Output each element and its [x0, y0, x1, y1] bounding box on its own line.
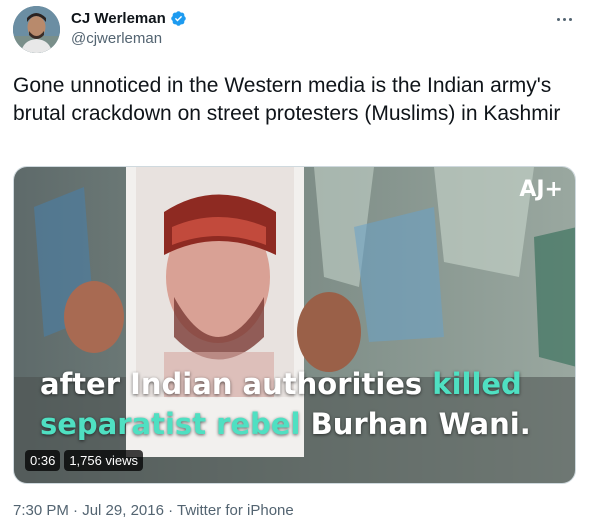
video-view-count: 1,756 views	[64, 450, 143, 471]
tweet-date: Jul 29, 2016	[82, 502, 164, 519]
meta-separator: ·	[163, 502, 178, 519]
video-duration: 0:36	[25, 450, 61, 471]
more-horizontal-icon[interactable]	[553, 8, 575, 30]
video-badges: 0:36 1,756 views	[25, 450, 143, 471]
aj-plus-logo: AJ+	[519, 177, 563, 202]
tweet-time: 7:30 PM	[13, 502, 69, 519]
caption-part: Burhan Wani.	[310, 407, 531, 441]
video-caption-line-1: after Indian authorities killed	[40, 367, 522, 401]
video-player[interactable]: AJ+ after Indian authorities killed sepa…	[13, 166, 576, 484]
verified-badge-icon	[170, 10, 187, 27]
logo-text: AJ+	[519, 177, 563, 202]
author-names: CJ Werleman @cjwerleman	[71, 10, 187, 47]
avatar-image	[13, 6, 60, 53]
caption-part: after Indian authorities	[40, 367, 433, 401]
tweet-text: Gone unnoticed in the Western media is t…	[13, 74, 561, 125]
avatar[interactable]	[13, 6, 60, 53]
tweet-meta: 7:30 PM · Jul 29, 2016 · Twitter for iPh…	[13, 502, 294, 519]
video-caption-line-2: separatist rebel Burhan Wani.	[40, 407, 531, 441]
tweet-source-link[interactable]: Twitter for iPhone	[177, 502, 294, 519]
caption-part: separatist rebel	[40, 407, 311, 441]
tweet-time-link[interactable]: 7:30 PM · Jul 29, 2016	[13, 502, 164, 519]
display-name[interactable]: CJ Werleman	[71, 10, 166, 27]
author-handle[interactable]: @cjwerleman	[71, 30, 187, 47]
meta-separator: ·	[68, 502, 83, 519]
display-name-row: CJ Werleman	[71, 10, 187, 27]
caption-part: killed	[432, 367, 522, 401]
tweet-header: CJ Werleman @cjwerleman	[13, 6, 577, 56]
